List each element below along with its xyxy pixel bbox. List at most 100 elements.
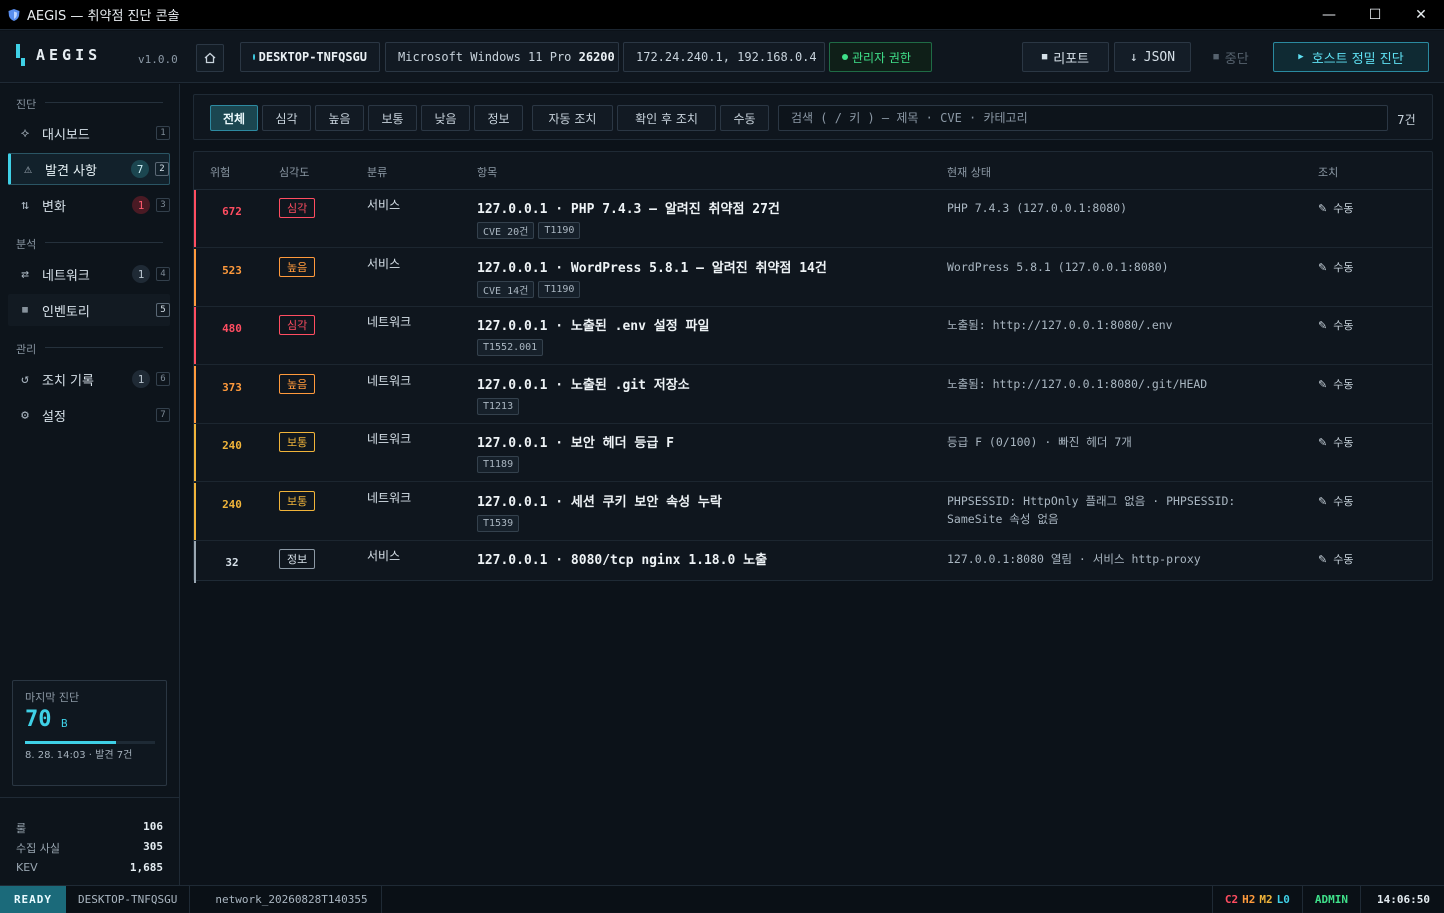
table-row[interactable]: 32 정보 서비스 127.0.0.1 · 8080/tcp nginx 1.18.0…	[194, 541, 1432, 583]
tag: T1552.001	[477, 339, 544, 356]
current-status: WordPress 5.8.1 (127.0.0.1:8080)	[947, 259, 1169, 274]
sidebar-item-settings[interactable]: ⚙ 설정 7	[8, 399, 170, 431]
report-icon: ■	[1041, 52, 1048, 62]
admin-label: 관리자 권한	[852, 50, 912, 65]
severity-badge: 보통	[279, 432, 316, 452]
sidebar-item-inventory[interactable]: ▦ 인벤토리 5	[8, 294, 170, 326]
last-scan-progress	[25, 741, 155, 744]
action-manual[interactable]: ✎ 수동	[1318, 376, 1353, 392]
home-button[interactable]	[196, 44, 224, 72]
search-box[interactable]	[778, 105, 1388, 131]
close-button[interactable]: ✕	[1398, 0, 1444, 30]
finding-title: 127.0.0.1 · WordPress 5.8.1 — 알려진 취약점 14…	[477, 260, 827, 276]
table-row[interactable]: 240 보통 네트워크 127.0.0.1 · 세션 쿠키 보안 속성 누락 T1539…	[194, 482, 1432, 541]
table-row[interactable]: 240 보통 네트워크 127.0.0.1 · 보안 헤더 등급 F T1189 등급 F…	[194, 424, 1432, 482]
finding-tags: T1189	[477, 456, 520, 473]
pencil-icon: ✎	[1318, 553, 1328, 566]
tag: T1539	[477, 514, 520, 532]
table-row[interactable]: 373 높음 네트워크 127.0.0.1 · 노출된 .git 저장소 T1213 노출…	[194, 365, 1432, 424]
shield-logo-icon	[8, 8, 20, 21]
col-action[interactable]: 조치	[1318, 164, 1338, 180]
severity-bar	[194, 190, 196, 247]
col-category[interactable]: 분류	[367, 164, 387, 180]
sidebar-item-changes[interactable]: ⇅ 변화 1 3	[8, 189, 170, 221]
col-severity[interactable]: 심각도	[279, 164, 309, 180]
sidebar-item-dashboard[interactable]: ⟡ 대시보드 1	[8, 117, 170, 149]
stop-icon: ■	[1213, 52, 1219, 62]
network-count-badge: 1	[132, 265, 150, 283]
action-manual[interactable]: ✎ 수동	[1318, 200, 1353, 216]
minimize-button[interactable]: —	[1306, 0, 1352, 30]
os-name: Microsoft Windows 11 Pro	[398, 50, 572, 64]
findings-count-badge: 7	[131, 160, 149, 178]
severity-bar	[194, 365, 196, 423]
filter-tab-info[interactable]: 정보	[474, 105, 523, 131]
pencil-icon: ✎	[1318, 377, 1328, 391]
last-scan-score: 70	[25, 707, 52, 732]
filter-tab-low[interactable]: 낮음	[421, 105, 470, 131]
category: 서비스	[367, 256, 401, 271]
table-row[interactable]: 523 높음 서비스 127.0.0.1 · WordPress 5.8.1 — 알려…	[194, 248, 1432, 307]
status-bar: READY DESKTOP-TNFQSGU network_20260828T1…	[0, 885, 1444, 913]
severity-badge: 보통	[279, 490, 316, 511]
search-input[interactable]	[791, 111, 1387, 125]
last-scan-card: 마지막 진단 70 B 8. 28. 14:03 · 발견 7건	[12, 680, 167, 786]
pencil-icon: ✎	[1318, 494, 1328, 508]
stat-facts: 수집 사실 305	[16, 840, 163, 855]
severity-badge: 심각	[279, 198, 316, 218]
finding-tags: CVE 14건 T1190	[477, 280, 581, 298]
filter-tab-confirm-fix[interactable]: 확인 후 조치	[617, 105, 716, 131]
col-risk[interactable]: 위험	[210, 164, 230, 180]
app-version: v1.0.0	[138, 53, 178, 66]
filter-tab-high[interactable]: 높음	[315, 105, 364, 131]
app-header: AEGIS v1.0.0 DESKTOP-TNFQSGU Microsoft W…	[0, 31, 1444, 83]
last-scan-meta: 8. 28. 14:03 · 발견 7건	[25, 750, 133, 761]
diamond-icon: ⟡	[20, 125, 30, 141]
brand-name: AEGIS	[36, 46, 102, 64]
action-manual[interactable]: ✎ 수동	[1318, 259, 1353, 275]
section-label-diagnose: 진단	[16, 98, 37, 111]
tag: T1190	[538, 280, 581, 298]
filter-tab-all[interactable]: 전체	[210, 105, 258, 131]
status-role: ADMIN	[1301, 886, 1360, 913]
inventory-icon: ▦	[22, 305, 28, 315]
section-divider	[45, 347, 163, 348]
maximize-button[interactable]: ☐	[1352, 0, 1398, 30]
json-button[interactable]: ↓ JSON	[1114, 42, 1191, 72]
filter-tab-auto-fix[interactable]: 자동 조치	[532, 105, 613, 131]
filter-tab-critical[interactable]: 심각	[262, 105, 311, 131]
window-controls: — ☐ ✕	[1306, 0, 1444, 30]
section-divider	[45, 242, 163, 243]
host-scan-button[interactable]: ▶ 호스트 정밀 진단	[1273, 42, 1429, 72]
finding-tags: CVE 20건 T1190	[477, 222, 581, 239]
shortcut-key: 3	[156, 198, 170, 212]
action-manual[interactable]: ✎ 수동	[1318, 493, 1353, 509]
severity-count: M2	[1259, 893, 1273, 906]
action-manual[interactable]: ✎ 수동	[1318, 317, 1353, 333]
filter-tab-medium[interactable]: 보통	[368, 105, 417, 131]
report-button[interactable]: ■ 리포트	[1022, 42, 1109, 72]
action-manual[interactable]: ✎ 수동	[1318, 551, 1353, 567]
tag: CVE 20건	[477, 222, 535, 239]
table-row[interactable]: 480 심각 네트워크 127.0.0.1 · 노출된 .env 설정 파일 T1552…	[194, 307, 1432, 365]
sidebar-item-findings[interactable]: ⚠ 발견 사항 7 2	[8, 153, 170, 185]
filter-tab-manual[interactable]: 수동	[720, 105, 769, 131]
risk-score: 672	[222, 205, 242, 218]
ip-addresses: 172.24.240.1, 192.168.0.4	[636, 50, 817, 64]
table-row[interactable]: 672 심각 서비스 127.0.0.1 · PHP 7.4.3 — 알려진 취약점 …	[194, 190, 1432, 248]
stop-button[interactable]: ■ 중단	[1196, 42, 1266, 72]
col-status[interactable]: 현재 상태	[947, 164, 991, 180]
category: 네트워크	[367, 490, 412, 505]
category: 서비스	[367, 198, 401, 212]
main-content: 전체 심각 높음 보통 낮음 정보 자동 조치 확인 후 조치 수동 7건 위험…	[181, 84, 1444, 885]
section-label-analysis: 분석	[16, 238, 37, 251]
sidebar-item-network[interactable]: ⇄ 네트워크 1 4	[8, 258, 170, 290]
tag: T1213	[477, 397, 520, 415]
tag: T1190	[538, 222, 581, 239]
stats-panel: 룰 106 수집 사실 305 KEV 1,685	[0, 797, 180, 874]
current-status: PHP 7.4.3 (127.0.0.1:8080)	[947, 201, 1128, 215]
sidebar-item-action-history[interactable]: ↺ 조치 기록 1 6	[8, 363, 170, 395]
action-manual[interactable]: ✎ 수동	[1318, 434, 1353, 450]
col-item[interactable]: 항목	[477, 164, 497, 180]
pencil-icon: ✎	[1318, 260, 1328, 274]
